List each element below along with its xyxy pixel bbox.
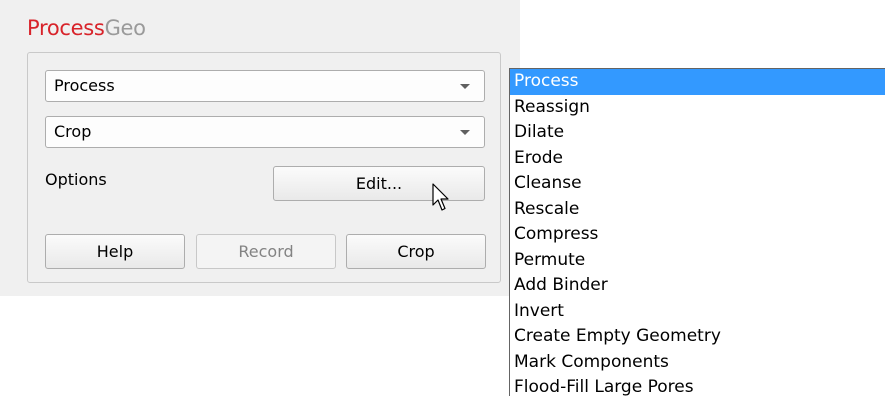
mouse-cursor-icon: [432, 183, 449, 211]
dropdown-item[interactable]: Reassign: [510, 95, 885, 121]
dropdown-item[interactable]: Flood-Fill Large Pores: [510, 375, 885, 396]
chevron-down-icon[interactable]: [460, 130, 470, 135]
help-button[interactable]: Help: [45, 234, 185, 269]
dropdown-item[interactable]: Compress: [510, 222, 885, 248]
dropdown-item[interactable]: Add Binder: [510, 273, 885, 299]
dropdown-item[interactable]: Mark Components: [510, 350, 885, 376]
category-combo-value: Process: [54, 76, 115, 95]
category-combo[interactable]: Process: [45, 70, 485, 102]
dropdown-item[interactable]: Rescale: [510, 197, 885, 223]
chevron-down-icon[interactable]: [460, 84, 470, 89]
operation-combo[interactable]: Crop: [45, 116, 485, 148]
dropdown-item[interactable]: Dilate: [510, 120, 885, 146]
process-geo-panel: ProcessGeo Process Crop Options Edit... …: [0, 0, 520, 296]
operation-dropdown-list[interactable]: Process Reassign Dilate Erode Cleanse Rescale…: [509, 68, 885, 396]
dropdown-item[interactable]: Process: [510, 69, 885, 95]
dropdown-item[interactable]: Cleanse: [510, 171, 885, 197]
dropdown-item[interactable]: Permute: [510, 248, 885, 274]
edit-button[interactable]: Edit...: [273, 166, 485, 201]
dropdown-item[interactable]: Create Empty Geometry: [510, 324, 885, 350]
app-title-geo: Geo: [104, 16, 146, 40]
app-title: ProcessGeo: [27, 14, 146, 42]
operation-combo-value: Crop: [54, 122, 92, 141]
app-title-process: Process: [27, 16, 105, 40]
record-button[interactable]: Record: [196, 234, 336, 269]
dropdown-item[interactable]: Erode: [510, 146, 885, 172]
crop-button[interactable]: Crop: [346, 234, 486, 269]
options-label: Options: [45, 170, 107, 189]
dropdown-item[interactable]: Invert: [510, 299, 885, 325]
